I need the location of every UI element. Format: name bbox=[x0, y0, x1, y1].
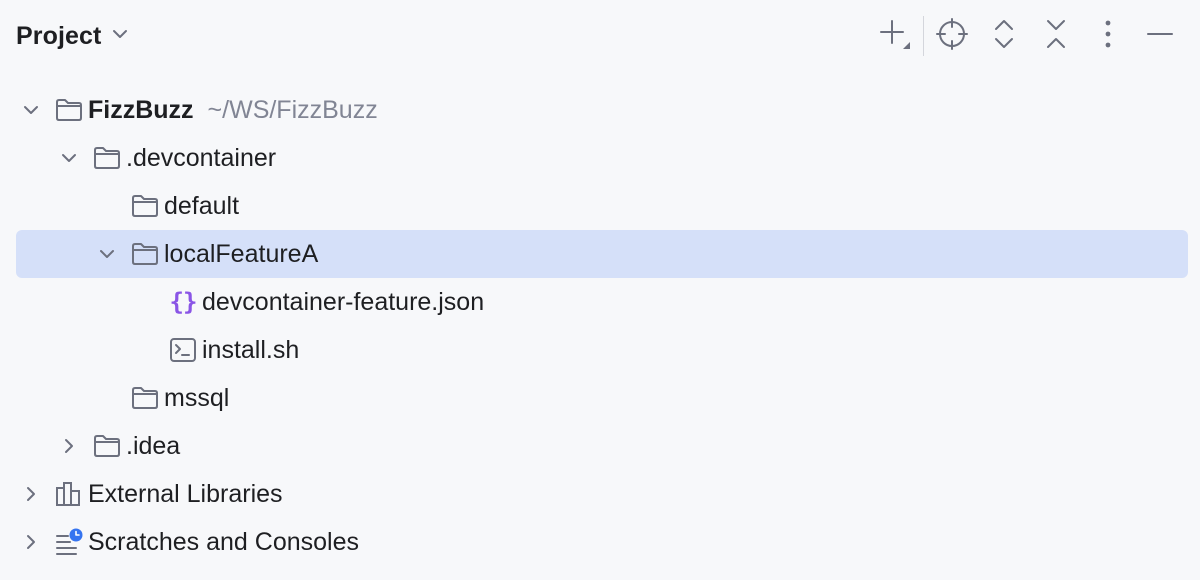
collapse-all-button[interactable] bbox=[1030, 14, 1082, 58]
locate-button[interactable] bbox=[926, 14, 978, 58]
crosshair-icon bbox=[935, 17, 969, 56]
folder-icon bbox=[54, 95, 84, 125]
terminal-file-icon bbox=[168, 335, 198, 365]
tree-node-label: install.sh bbox=[202, 335, 300, 364]
project-tool-window: Project FizzBuzz ~/WS/FizzBuzz .devconta… bbox=[0, 0, 1200, 580]
project-path: ~/WS/FizzBuzz bbox=[207, 95, 378, 124]
toolbar-separator bbox=[923, 16, 924, 56]
tree-node-devcontainer[interactable]: .devcontainer bbox=[16, 134, 1188, 182]
chevron-right-icon[interactable] bbox=[54, 431, 84, 461]
kebab-icon bbox=[1103, 19, 1113, 54]
tree-node-label: mssql bbox=[164, 383, 230, 412]
tree-node-scratches-and-consoles[interactable]: Scratches and Consoles bbox=[16, 518, 1188, 566]
tree-node-label: FizzBuzz bbox=[88, 95, 194, 124]
folder-icon bbox=[130, 191, 160, 221]
tree-node-label: default bbox=[164, 191, 240, 220]
tree-node-label: .devcontainer bbox=[126, 143, 277, 172]
minimize-icon bbox=[1145, 19, 1175, 54]
tree-node-label: External Libraries bbox=[88, 479, 283, 508]
folder-icon bbox=[92, 143, 122, 173]
hide-button[interactable] bbox=[1134, 14, 1186, 58]
tree-node-mssql[interactable]: mssql bbox=[16, 374, 1188, 422]
library-icon bbox=[54, 479, 84, 509]
chevron-down-icon bbox=[109, 23, 131, 50]
tree-node-localfeaturea[interactable]: localFeatureA bbox=[16, 230, 1188, 278]
chevron-down-icon[interactable] bbox=[92, 239, 122, 269]
tree-node-idea[interactable]: .idea bbox=[16, 422, 1188, 470]
plus-icon bbox=[877, 16, 913, 57]
options-button[interactable] bbox=[1082, 14, 1134, 58]
expand-icon bbox=[989, 17, 1019, 56]
chevron-down-icon[interactable] bbox=[16, 95, 46, 125]
tree-node-label: Scratches and Consoles bbox=[88, 527, 359, 556]
expand-all-button[interactable] bbox=[978, 14, 1030, 58]
tree-node-install-sh[interactable]: install.sh bbox=[16, 326, 1188, 374]
project-tree: FizzBuzz ~/WS/FizzBuzz .devcontainer def… bbox=[16, 86, 1188, 566]
tree-node-label: devcontainer-feature.json bbox=[202, 287, 485, 316]
chevron-down-icon[interactable] bbox=[54, 143, 84, 173]
panel-title: Project bbox=[16, 21, 102, 50]
project-view-selector[interactable]: Project bbox=[16, 16, 131, 56]
new-button[interactable] bbox=[869, 14, 921, 58]
scratches-icon bbox=[54, 527, 84, 557]
header-toolbar bbox=[869, 12, 1186, 60]
tree-node-default[interactable]: default bbox=[16, 182, 1188, 230]
folder-icon bbox=[130, 239, 160, 269]
chevron-right-icon[interactable] bbox=[16, 479, 46, 509]
tree-node-external-libraries[interactable]: External Libraries bbox=[16, 470, 1188, 518]
tree-node-label: .idea bbox=[126, 431, 181, 460]
tree-node-devcontainer-feature-json[interactable]: {} devcontainer-feature.json bbox=[16, 278, 1188, 326]
folder-icon bbox=[130, 383, 160, 413]
tool-window-header: Project bbox=[0, 0, 1200, 74]
folder-icon bbox=[92, 431, 122, 461]
json-icon: {} bbox=[169, 288, 198, 316]
chevron-right-icon[interactable] bbox=[16, 527, 46, 557]
tree-node-label: localFeatureA bbox=[164, 239, 319, 268]
tree-node-fizzbuzz[interactable]: FizzBuzz ~/WS/FizzBuzz bbox=[16, 86, 1188, 134]
collapse-icon bbox=[1041, 17, 1071, 56]
